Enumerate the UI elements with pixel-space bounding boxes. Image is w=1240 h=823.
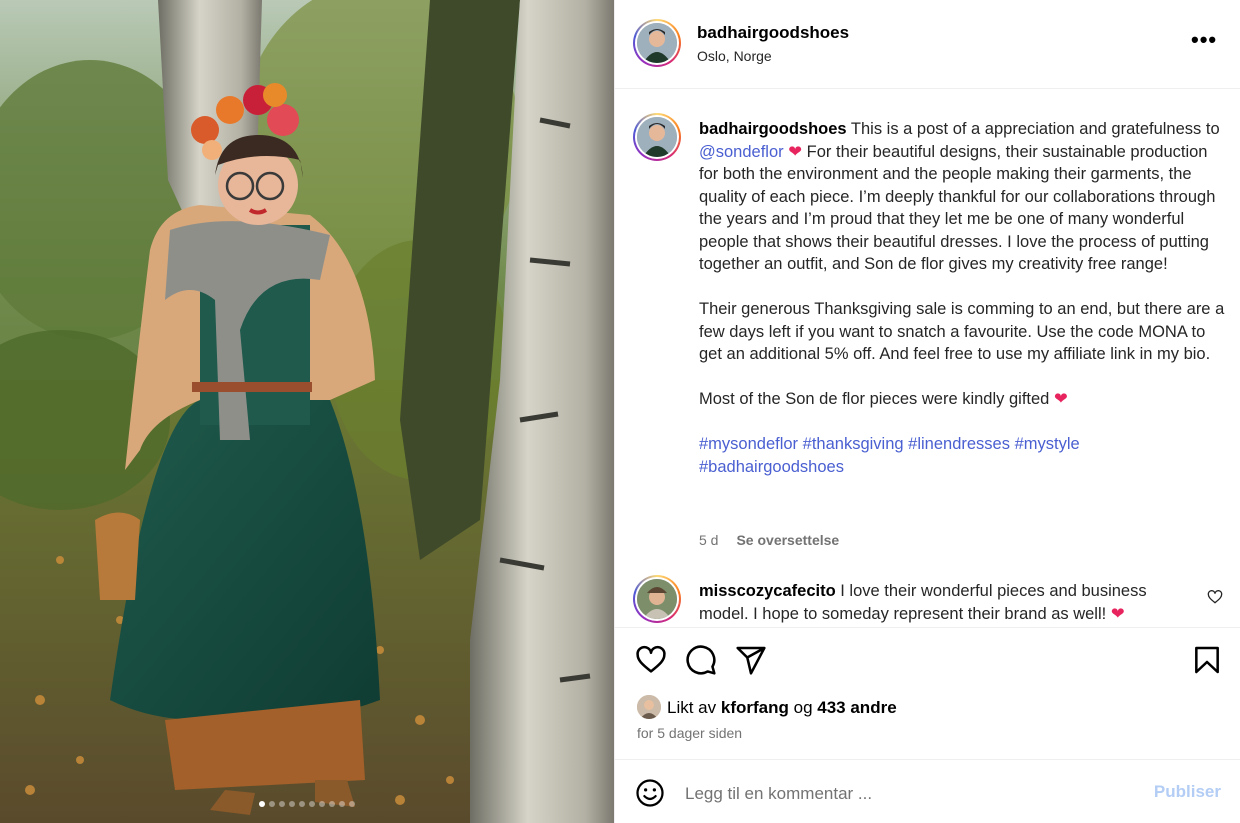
comment-like-heart-icon[interactable] bbox=[1207, 589, 1223, 605]
caption-paragraph-3: Most of the Son de flor pieces were kind… bbox=[699, 390, 1050, 408]
comment-bubble-icon[interactable] bbox=[685, 644, 717, 676]
post-detail-panel: badhairgoodshoes Oslo, Norge ••• badhair… bbox=[614, 0, 1240, 823]
carousel-dot bbox=[319, 801, 325, 807]
post-caption: badhairgoodshoes This is a post of a app… bbox=[699, 118, 1229, 478]
carousel-dot bbox=[279, 801, 285, 807]
heart-emoji: ❤ bbox=[1110, 604, 1125, 623]
caption-paragraph-1: For their beautiful designs, their susta… bbox=[699, 142, 1216, 274]
share-paper-plane-icon[interactable] bbox=[735, 644, 767, 676]
likes-others-link[interactable]: 433 andre bbox=[817, 698, 896, 717]
post-header: badhairgoodshoes Oslo, Norge ••• bbox=[615, 0, 1240, 89]
publish-button[interactable]: Publiser bbox=[1154, 782, 1221, 802]
likes-prefix: Likt av bbox=[667, 698, 717, 717]
translate-button[interactable]: Se oversettelse bbox=[736, 532, 839, 548]
author-avatar[interactable] bbox=[633, 19, 681, 67]
heart-emoji: ❤ bbox=[788, 142, 803, 161]
caption-hashtags: #mysondeflor #thanksgiving #linendresses… bbox=[699, 433, 1229, 478]
post-actions-bar bbox=[615, 627, 1240, 692]
hashtag-link[interactable]: #mystyle bbox=[1015, 435, 1080, 453]
comment-avatar[interactable] bbox=[633, 575, 681, 623]
post-photo[interactable] bbox=[0, 0, 614, 823]
caption-meta: 5 d Se oversettelse bbox=[699, 532, 839, 548]
caption-username[interactable]: badhairgoodshoes bbox=[699, 120, 847, 138]
caption-mention-link[interactable]: @sondeflor bbox=[699, 143, 784, 161]
comment-composer: Publiser bbox=[615, 759, 1240, 823]
carousel-dot bbox=[329, 801, 335, 807]
heart-emoji: ❤ bbox=[1053, 390, 1068, 408]
author-username[interactable]: badhairgoodshoes bbox=[697, 23, 849, 43]
carousel-dot bbox=[259, 801, 265, 807]
carousel-dot bbox=[309, 801, 315, 807]
likes-and: og bbox=[793, 698, 813, 717]
liker-avatar[interactable] bbox=[637, 695, 661, 719]
likes-summary: Likt av kforfang og 433 andre bbox=[635, 692, 1235, 722]
caption-avatar[interactable] bbox=[633, 113, 681, 161]
save-bookmark-icon[interactable] bbox=[1191, 644, 1223, 676]
hashtag-link[interactable]: #thanksgiving bbox=[803, 435, 904, 453]
post-location[interactable]: Oslo, Norge bbox=[697, 48, 772, 64]
carousel-dot bbox=[339, 801, 345, 807]
comments-scroll-area[interactable]: badhairgoodshoes This is a post of a app… bbox=[615, 89, 1240, 627]
carousel-dot bbox=[299, 801, 305, 807]
comment-username[interactable]: misscozycafecito bbox=[699, 582, 836, 600]
carousel-dot bbox=[289, 801, 295, 807]
hashtag-link[interactable]: #linendresses bbox=[908, 435, 1010, 453]
caption-paragraph-2: Their generous Thanksgiving sale is comm… bbox=[699, 300, 1225, 363]
like-heart-icon[interactable] bbox=[635, 644, 667, 676]
hashtag-link[interactable]: #badhairgoodshoes bbox=[699, 458, 844, 476]
post-image bbox=[0, 0, 614, 823]
carousel-dot bbox=[349, 801, 355, 807]
comment-input[interactable] bbox=[685, 780, 1135, 808]
carousel-dots bbox=[0, 801, 614, 807]
emoji-smiley-icon[interactable] bbox=[635, 778, 665, 808]
carousel-dot bbox=[269, 801, 275, 807]
caption-age: 5 d bbox=[699, 532, 719, 548]
hashtag-link[interactable]: #mysondeflor bbox=[699, 435, 798, 453]
liker-username[interactable]: kforfang bbox=[721, 698, 789, 717]
more-horizontal-icon[interactable]: ••• bbox=[1191, 29, 1217, 56]
post-timestamp[interactable]: for 5 dager siden bbox=[637, 725, 742, 741]
caption-intro: This is a post of a appreciation and gra… bbox=[850, 120, 1220, 138]
comment: misscozycafecito I love their wonderful … bbox=[699, 580, 1179, 625]
